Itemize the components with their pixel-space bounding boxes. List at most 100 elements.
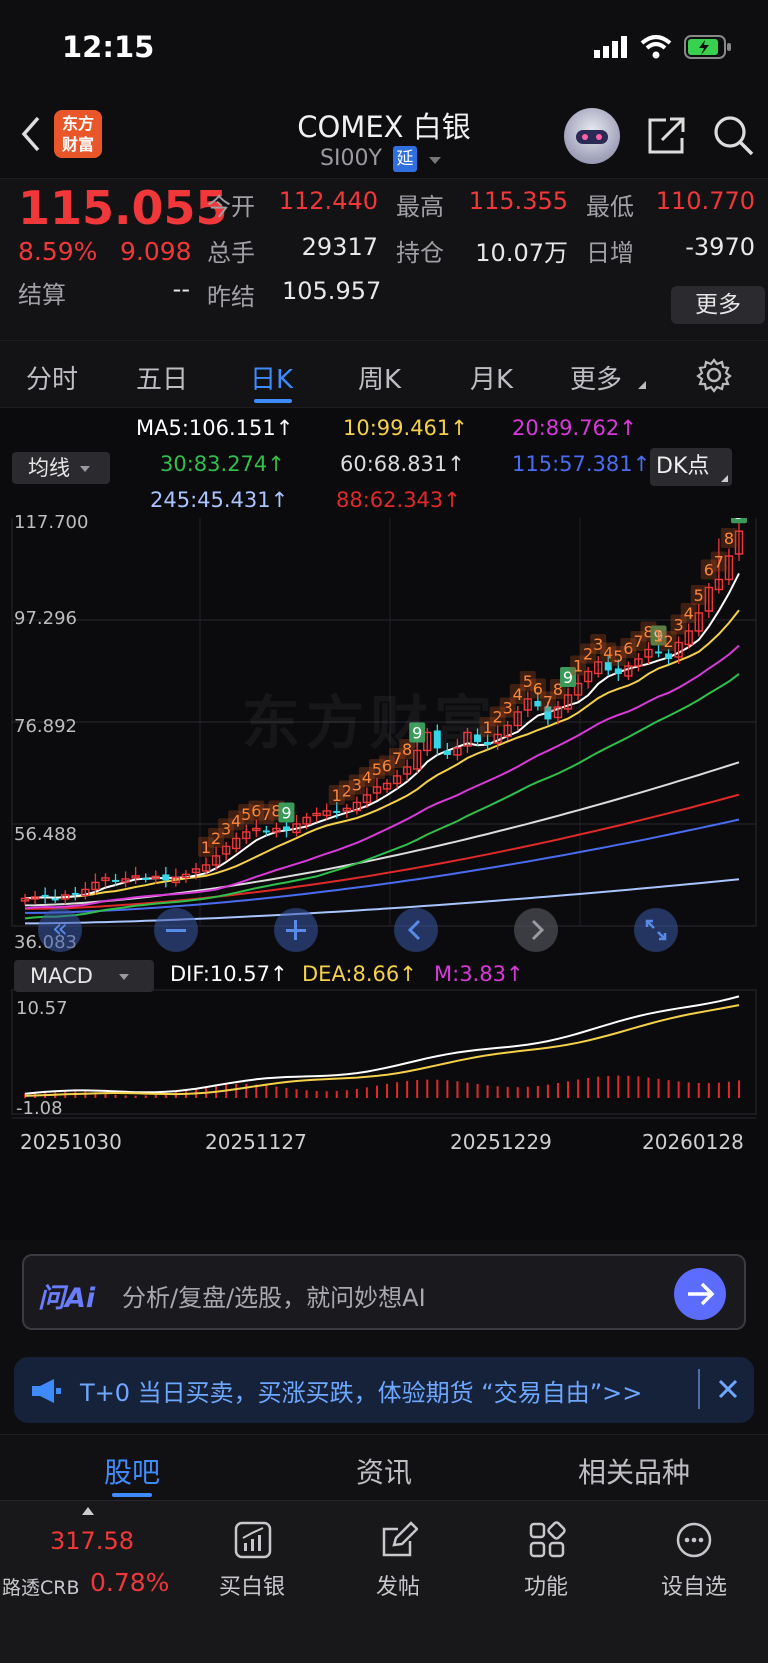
signal-icon xyxy=(594,36,627,58)
functions-label: 功能 xyxy=(523,1575,568,1600)
y-tick-label: 76.892 xyxy=(14,716,77,737)
chart-area[interactable]: 1234567891234567891234567891234567891234… xyxy=(0,503,768,1240)
chevron-down-icon[interactable] xyxy=(429,157,441,164)
promo-text[interactable]: T+0 当日买卖，买涨买跌，体验期货 “交易自由”>> xyxy=(80,1373,642,1408)
scroll-right-button[interactable] xyxy=(514,908,558,952)
macd-frame xyxy=(11,989,757,1115)
wifi-icon xyxy=(640,35,672,59)
post-button[interactable]: 发帖 xyxy=(352,1517,444,1617)
tab-news[interactable]: 资讯 xyxy=(356,1451,412,1491)
sequence-label: 2 xyxy=(663,632,673,651)
more-button[interactable]: 更多 xyxy=(671,286,765,324)
tab-daily-k[interactable]: 日K xyxy=(250,359,293,396)
macd-y-bottom: -1.08 xyxy=(16,1098,63,1119)
daily-change-label: 日增 xyxy=(586,239,634,267)
tab-weekly-k[interactable]: 周K xyxy=(358,359,401,396)
candle-down xyxy=(41,894,49,897)
bottom-bar: 317.58 路透CRB 0.78% 买白银 发帖 功能 设自选 xyxy=(0,1500,768,1663)
content-tabs: 股吧 资讯 相关品种 xyxy=(0,1434,768,1500)
prev-settle-value: 105.957 xyxy=(282,277,382,305)
daily-change-value: -3970 xyxy=(685,233,755,261)
x-axis-label: 20251030 xyxy=(20,1130,122,1154)
open-interest-label: 持仓 xyxy=(396,239,444,267)
zoom-in-button[interactable] xyxy=(274,908,318,952)
divider xyxy=(698,1369,700,1409)
tab-related[interactable]: 相关品种 xyxy=(578,1451,690,1491)
crb-change[interactable]: 0.78% xyxy=(90,1568,169,1597)
instrument-code[interactable]: SI00Y xyxy=(320,146,382,171)
ai-send-button[interactable] xyxy=(674,1268,726,1320)
ma245-value: 245:45.431↑ xyxy=(150,488,289,512)
tab-forum[interactable]: 股吧 xyxy=(104,1451,160,1491)
sequence-label: 7 xyxy=(714,552,724,571)
candle-down xyxy=(262,830,270,833)
ma88-line xyxy=(24,793,740,910)
ai-search-bar[interactable]: 问Ai 分析/复盘/选股，就问妙想AI xyxy=(22,1254,746,1330)
macd-m-value: M:3.83↑ xyxy=(434,962,524,986)
crb-label[interactable]: 路透CRB xyxy=(2,1573,80,1600)
gear-icon[interactable] xyxy=(696,357,732,393)
settle-label: 结算 xyxy=(18,281,66,309)
ai-input-placeholder[interactable]: 分析/复盘/选股，就问妙想AI xyxy=(122,1278,426,1313)
dk-point-button[interactable]: DK点 xyxy=(650,448,732,486)
change-value: 9.098 xyxy=(120,237,192,266)
robot-assistant-icon[interactable] xyxy=(564,108,620,164)
indicator-selector[interactable]: MACD xyxy=(14,960,154,992)
tab-intraday[interactable]: 分时 xyxy=(26,359,78,396)
ai-logo: 问Ai xyxy=(38,1283,96,1314)
tab-more-periods[interactable]: 更多 xyxy=(570,359,622,396)
prev-settle-label: 昨结 xyxy=(207,283,255,311)
macd-dif-value: DIF:10.57↑ xyxy=(170,962,288,986)
x-axis-label: 20251229 xyxy=(450,1130,552,1154)
arrow-right-icon xyxy=(688,1282,715,1306)
ma5-value: MA5:106.151↑ xyxy=(136,416,294,440)
search-icon[interactable] xyxy=(712,114,756,158)
chart-trend-icon xyxy=(234,1521,272,1559)
add-watchlist-button[interactable]: 设自选 xyxy=(646,1517,742,1617)
ma115-value: 115:57.381↑ xyxy=(512,452,651,476)
candle-down xyxy=(162,874,170,881)
promo-banner[interactable]: T+0 当日买卖，买涨买跌，体验期货 “交易自由”>> xyxy=(14,1357,754,1423)
chevron-down-icon xyxy=(80,466,90,472)
y-tick-label: 117.700 xyxy=(14,512,89,533)
status-time: 12:15 xyxy=(62,30,155,64)
close-icon[interactable] xyxy=(714,1375,742,1403)
ma30-value: 30:83.274↑ xyxy=(160,452,285,476)
crb-value[interactable]: 317.58 xyxy=(50,1527,134,1555)
fullscreen-button[interactable] xyxy=(634,908,678,952)
header: 东方 财富 COMEX 白银 SI00Y 延 xyxy=(0,96,768,178)
ma-legend: 均线 MA5:106.151↑ 10:99.461↑ 20:89.762↑ 30… xyxy=(0,408,768,518)
tab-monthly-k[interactable]: 月K xyxy=(470,359,513,396)
x-axis-label: 20251127 xyxy=(205,1130,307,1154)
settle-value: -- xyxy=(172,275,190,303)
megaphone-icon xyxy=(32,1379,61,1403)
candle-down xyxy=(614,668,622,674)
ma60-value: 60:68.831↑ xyxy=(340,452,465,476)
more-dots-icon xyxy=(676,1522,712,1558)
expand-icon[interactable] xyxy=(82,1507,94,1515)
buy-silver-label: 买白银 xyxy=(218,1575,285,1600)
candle-down xyxy=(333,810,341,813)
sequence-label: 9 xyxy=(281,803,291,822)
high-value: 115.355 xyxy=(468,187,568,215)
buy-silver-button[interactable]: 买白银 xyxy=(206,1517,298,1617)
tab-five-day[interactable]: 五日 xyxy=(136,359,188,396)
y-tick-label: 56.488 xyxy=(14,824,77,845)
functions-button[interactable]: 功能 xyxy=(500,1517,592,1617)
share-icon[interactable] xyxy=(646,116,688,156)
period-tabs: 分时 五日 日K 周K 月K 更多 xyxy=(0,340,768,408)
candle-down xyxy=(655,651,663,654)
scroll-start-button[interactable]: « xyxy=(38,908,82,952)
scroll-left-button[interactable] xyxy=(394,908,438,952)
macd-y-top: 10.57 xyxy=(16,998,68,1019)
high-label: 最高 xyxy=(396,193,444,221)
ma88-value: 88:62.343↑ xyxy=(336,488,461,512)
sequence-label: 4 xyxy=(684,604,694,623)
delay-badge: 延 xyxy=(393,146,417,172)
low-value: 110.770 xyxy=(655,187,755,215)
volume-value: 29317 xyxy=(301,233,378,261)
zoom-out-button[interactable] xyxy=(154,908,198,952)
watermark: 东方财富 xyxy=(242,689,499,757)
ma-selector[interactable]: 均线 xyxy=(12,452,110,484)
chevron-down-icon xyxy=(118,974,129,980)
